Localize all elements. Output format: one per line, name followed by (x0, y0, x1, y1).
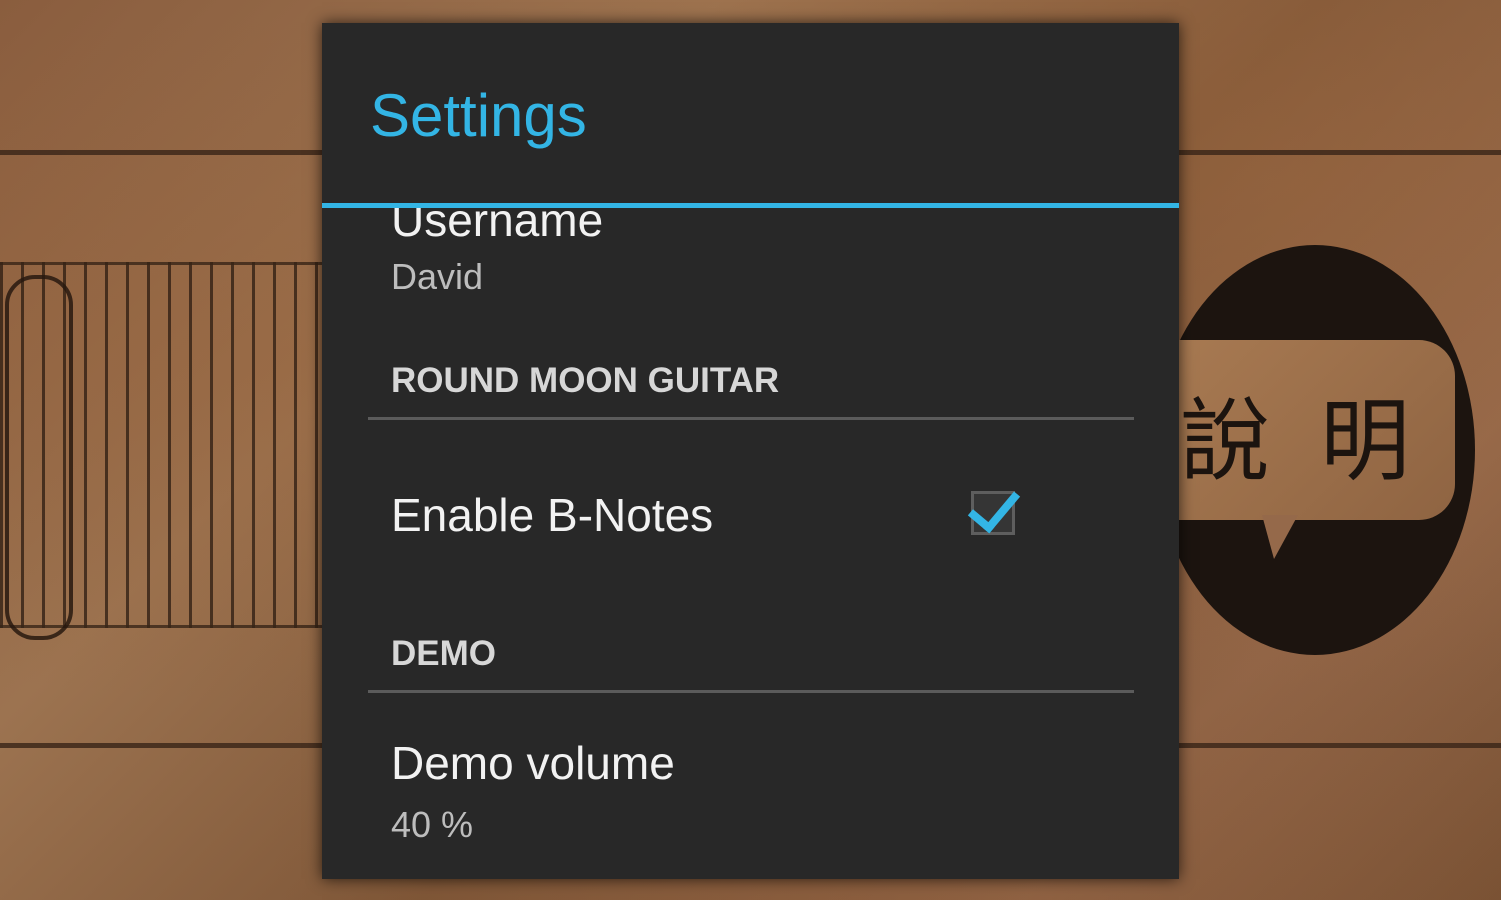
username-preference-summary: David (391, 256, 484, 297)
dialog-title: Settings (370, 82, 587, 149)
enable-b-notes-checkbox[interactable] (967, 478, 1021, 535)
category-header-demo: DEMO (391, 634, 496, 673)
dialog-header: Settings (322, 23, 1179, 203)
demo-volume-summary: 40 % (391, 804, 474, 845)
enable-b-notes-title: Enable B-Notes (391, 489, 714, 541)
category-header-round-moon-guitar: ROUND MOON GUITAR (391, 361, 780, 400)
scroll-roll-art (5, 275, 73, 640)
settings-dialog: Username David Settings ROUND MOON GUITA… (322, 23, 1179, 879)
demo-volume-title: Demo volume (391, 737, 675, 789)
category-divider (368, 690, 1134, 693)
title-divider (322, 203, 1179, 208)
demo-volume-preference-row[interactable] (322, 703, 1179, 879)
help-glyphs-label: 說明 (1180, 389, 1460, 494)
category-divider (368, 417, 1134, 420)
speech-bubble-tail (1262, 515, 1298, 559)
